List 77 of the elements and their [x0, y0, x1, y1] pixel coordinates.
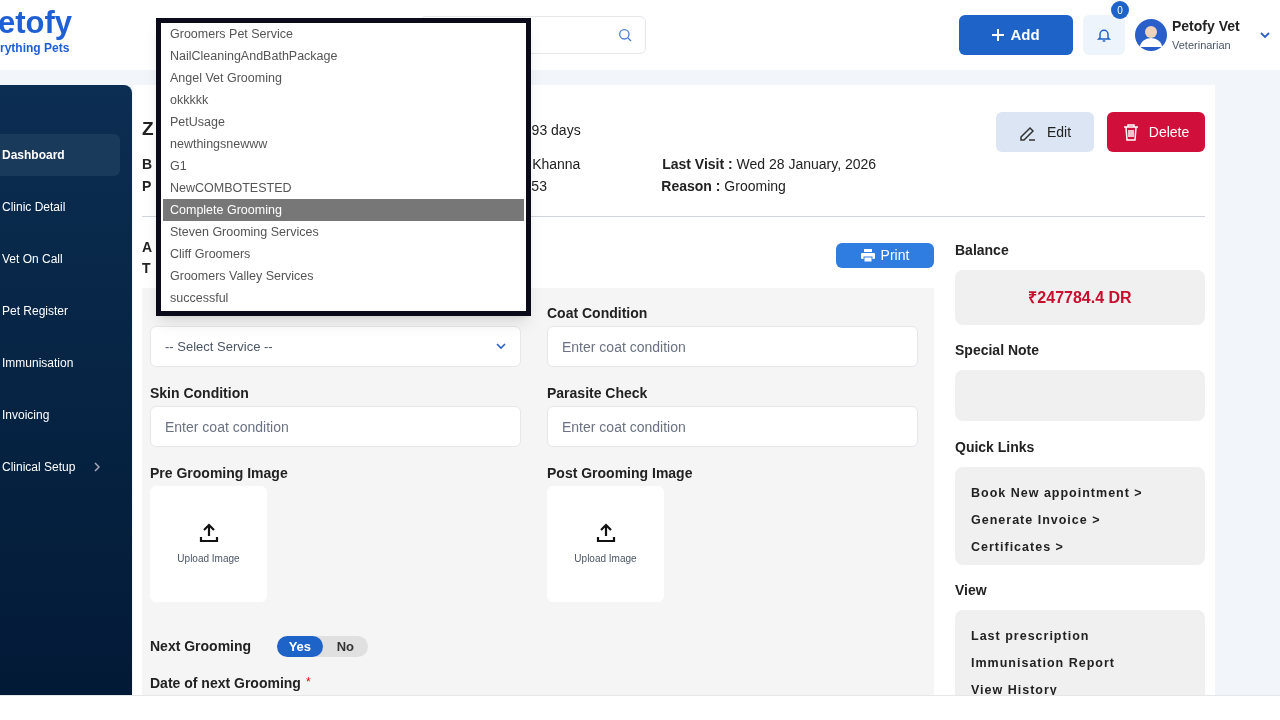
- dropdown-option[interactable]: G1: [163, 155, 524, 177]
- pet-age: 93 days: [531, 121, 581, 140]
- dropdown-option[interactable]: Complete Grooming: [163, 199, 524, 221]
- section-text: A: [142, 238, 153, 257]
- sidebar-item[interactable]: Clinical Setup: [0, 446, 120, 488]
- info-label: P: [142, 176, 152, 196]
- trash-icon: [1122, 123, 1139, 141]
- edit-button[interactable]: Edit: [996, 112, 1094, 152]
- field-label: Next Grooming: [150, 637, 252, 656]
- sidebar-item[interactable]: Invoicing: [0, 394, 120, 436]
- quick-link[interactable]: Generate Invoice >: [971, 510, 1189, 530]
- dropdown-option[interactable]: Angel Vet Grooming: [163, 67, 524, 89]
- balance-amount: ₹247784.4 DR: [1027, 287, 1133, 308]
- chevron-down-icon[interactable]: [1259, 31, 1270, 39]
- input-field[interactable]: Enter coat condition: [547, 406, 918, 447]
- section-text: T: [142, 259, 152, 278]
- field-label: Skin Condition: [150, 385, 249, 401]
- dropdown-option[interactable]: okkkkk: [163, 89, 524, 111]
- sidebar-item[interactable]: Dashboard: [0, 134, 120, 176]
- print-button[interactable]: Print: [836, 243, 934, 268]
- add-button[interactable]: Add: [959, 15, 1073, 55]
- input-field[interactable]: Enter coat condition: [150, 406, 521, 447]
- search-icon: [617, 27, 633, 43]
- sidebar-item[interactable]: Vet On Call: [0, 238, 120, 280]
- info-text: Last Visit : Wed 28 January, 2026: [662, 154, 877, 174]
- dropdown-option[interactable]: NewCOMBOTESTED: [163, 177, 524, 199]
- printer-icon: [860, 249, 875, 262]
- sidebar-item[interactable]: Pet Register: [0, 290, 120, 332]
- logo-tagline: rything Pets: [0, 40, 71, 57]
- field-label: Pre Grooming Image: [150, 465, 288, 481]
- info-value: 53: [531, 176, 548, 196]
- quick-link[interactable]: Last prescription: [971, 627, 1189, 646]
- required-mark: *: [305, 674, 311, 691]
- upload-icon: [595, 522, 616, 543]
- notification-button[interactable]: [1083, 15, 1125, 55]
- user-role: Veterinarian: [1172, 38, 1232, 54]
- sidebar-item[interactable]: Clinic Detail: [0, 186, 120, 228]
- chevron-down-icon: [496, 343, 506, 350]
- toggle-option[interactable]: Yes: [277, 636, 323, 657]
- panel-heading: Balance: [955, 241, 1010, 260]
- dropdown-option[interactable]: Cliff Groomers: [163, 243, 524, 265]
- quick-link[interactable]: Certificates >: [971, 537, 1189, 557]
- panel-heading: Quick Links: [955, 438, 1036, 457]
- avatar-icon: [1135, 19, 1167, 51]
- field-label: Parasite Check: [547, 385, 648, 401]
- user-name: Petofy Vet: [1172, 17, 1240, 37]
- plus-icon: [992, 29, 1005, 41]
- dropdown-option[interactable]: Steven Grooming Services: [163, 221, 524, 243]
- upload-icon: [198, 522, 219, 543]
- quick-link[interactable]: Immunisation Report: [971, 653, 1189, 673]
- delete-button[interactable]: Delete: [1107, 112, 1205, 152]
- field-label: Coat Condition: [547, 305, 648, 321]
- info-value: Khanna: [532, 154, 582, 174]
- chevron-right-icon: [94, 462, 100, 472]
- dropdown-option[interactable]: Groomers Valley Services: [163, 265, 524, 287]
- quick-link[interactable]: Book New appointment >: [971, 484, 1189, 503]
- panel-heading: Special Note: [955, 341, 1041, 360]
- bell-icon: [1096, 27, 1112, 43]
- sidebar-item[interactable]: Immunisation: [0, 342, 120, 384]
- field-label: Date of next Grooming: [150, 674, 301, 693]
- notification-count: 0: [1111, 1, 1129, 19]
- panel-heading: View: [955, 581, 988, 600]
- upload-box[interactable]: Upload Image: [150, 486, 267, 602]
- info-text: Reason : Grooming: [661, 176, 786, 196]
- dropdown-option[interactable]: PetUsage: [163, 111, 524, 133]
- dropdown-option[interactable]: newthingsnewww: [163, 133, 524, 155]
- dropdown-option[interactable]: NailCleaningAndBathPackage: [163, 45, 524, 67]
- upload-box[interactable]: Upload Image: [547, 486, 664, 602]
- service-select[interactable]: -- Select Service --: [150, 326, 521, 367]
- toggle-option[interactable]: No: [322, 636, 369, 657]
- input-field[interactable]: Enter coat condition: [547, 326, 918, 367]
- dropdown-option[interactable]: successful: [163, 287, 524, 309]
- field-label: Post Grooming Image: [547, 465, 693, 481]
- dropdown-option[interactable]: Groomers Pet Service: [163, 23, 524, 45]
- pet-name: Z: [142, 117, 154, 141]
- logo-text: etofy: [0, 7, 74, 39]
- info-label: B: [142, 154, 153, 174]
